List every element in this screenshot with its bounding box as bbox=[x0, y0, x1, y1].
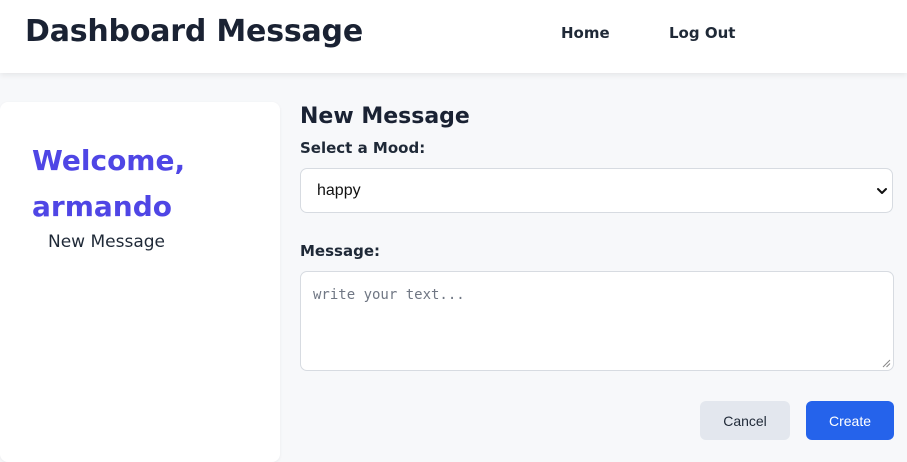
nav-logout-link[interactable]: Log Out bbox=[669, 24, 735, 42]
cancel-button[interactable]: Cancel bbox=[700, 401, 790, 440]
mood-select-value: happy bbox=[317, 182, 361, 199]
app-title: Dashboard Message bbox=[25, 14, 363, 49]
sidebar: Welcome, armando New Message bbox=[0, 102, 280, 462]
nav-home-link[interactable]: Home bbox=[561, 24, 610, 42]
mood-select[interactable]: happy bbox=[300, 168, 893, 213]
section-title: New Message bbox=[300, 104, 470, 129]
sidebar-item-new-message[interactable]: New Message bbox=[48, 232, 165, 252]
create-button[interactable]: Create bbox=[806, 401, 894, 440]
message-placeholder: write your text... bbox=[313, 287, 465, 303]
message-textarea[interactable]: write your text... bbox=[300, 271, 894, 371]
resize-handle-icon[interactable] bbox=[882, 359, 891, 368]
welcome-heading: Welcome, armando bbox=[32, 144, 186, 223]
message-label: Message: bbox=[300, 242, 380, 260]
chevron-down-icon bbox=[877, 188, 887, 194]
top-header: Dashboard Message Home Log Out bbox=[0, 0, 907, 73]
mood-label: Select a Mood: bbox=[300, 139, 426, 157]
